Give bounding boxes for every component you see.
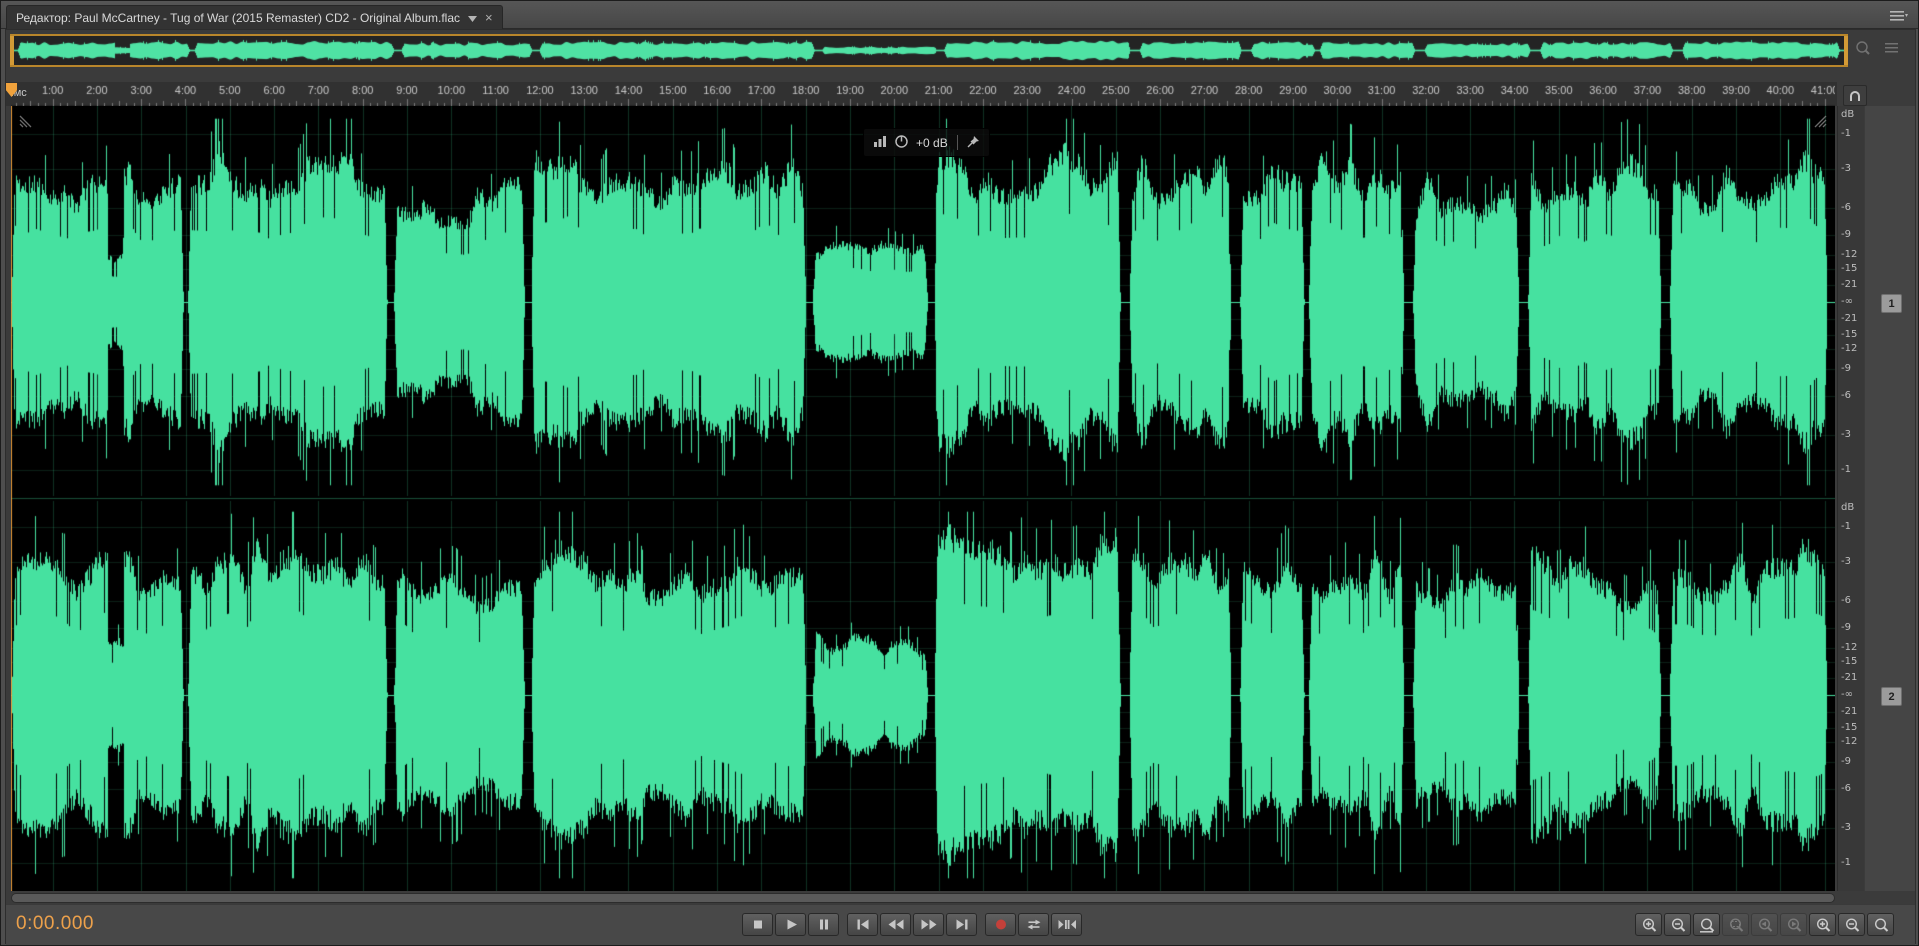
- grip-icon[interactable]: [1813, 114, 1829, 128]
- db-scale-label: -6: [1838, 783, 1864, 795]
- db-scale-label: -21: [1838, 672, 1864, 684]
- db-scale-label: -6: [1838, 595, 1864, 607]
- panel-options-icon[interactable]: [1885, 40, 1901, 61]
- statusbar: 0:00.000: [6, 904, 1915, 945]
- db-scale-label: -21: [1838, 313, 1864, 325]
- zoom-in-time-button[interactable]: [1635, 913, 1662, 936]
- db-scale-label: -15: [1838, 656, 1864, 668]
- skip-selection-button[interactable]: [1051, 913, 1082, 936]
- db-scale-label: -9: [1838, 229, 1864, 241]
- hud-volume-value[interactable]: +0 dB: [916, 136, 948, 150]
- time-display[interactable]: 0:00.000: [16, 913, 94, 935]
- close-icon[interactable]: ×: [485, 11, 493, 24]
- magnet-snap-icon: [1848, 89, 1862, 102]
- db-scale-label: -1: [1838, 464, 1864, 476]
- zoom-to-selection-button: [1722, 913, 1749, 936]
- zoom-out-full-button[interactable]: [1693, 913, 1720, 936]
- tabbar: Редактор: Paul McCartney - Tug of War (2…: [1, 1, 1918, 29]
- db-scale-label: -15: [1838, 329, 1864, 341]
- overview-left-handle[interactable]: [10, 36, 14, 65]
- volume-knob-icon[interactable]: [894, 134, 909, 152]
- skip-to-start-button[interactable]: [847, 913, 878, 936]
- play-icon: [778, 916, 804, 933]
- db-scale-label: -12: [1838, 642, 1864, 654]
- skip-start-icon: [850, 916, 876, 933]
- waveform-canvas[interactable]: [11, 106, 1835, 891]
- db-scale-label: -∞: [1838, 689, 1864, 701]
- zoom-out-amplitude-button[interactable]: [1838, 913, 1865, 936]
- scrollbar-thumb[interactable]: [12, 894, 1834, 902]
- timeline-ruler[interactable]: [11, 82, 1835, 106]
- loop-playback-button[interactable]: [1018, 913, 1049, 936]
- record-button[interactable]: [985, 913, 1016, 936]
- db-scale-label: -9: [1838, 363, 1864, 375]
- db-scale-label: -6: [1838, 202, 1864, 214]
- zoom-controls: [1634, 913, 1895, 936]
- hud-divider: [957, 135, 958, 150]
- skip-sel-icon: [1054, 916, 1080, 933]
- pause-icon: [811, 916, 837, 933]
- channel-2-badge[interactable]: 2: [1881, 687, 1902, 706]
- zoom-in-at-out-point-button: [1780, 913, 1807, 936]
- ffwd-icon: [916, 916, 942, 933]
- db-scale-label: -21: [1838, 706, 1864, 718]
- magnifier-icon[interactable]: [1854, 40, 1872, 61]
- overview-waveform-canvas[interactable]: [14, 36, 1844, 65]
- db-scale-label: -3: [1838, 429, 1864, 441]
- db-scale-label: -9: [1838, 622, 1864, 634]
- pause-button[interactable]: [808, 913, 839, 936]
- db-scale-label: -21: [1838, 279, 1864, 291]
- zoom-in-amplitude-button[interactable]: [1809, 913, 1836, 936]
- db-scale-label: -6: [1838, 390, 1864, 402]
- audition-window: Редактор: Paul McCartney - Tug of War (2…: [0, 0, 1919, 946]
- chevron-down-icon[interactable]: [468, 11, 477, 25]
- editor-tab[interactable]: Редактор: Paul McCartney - Tug of War (2…: [6, 5, 503, 29]
- db-scale-label: -3: [1838, 822, 1864, 834]
- pin-icon[interactable]: [967, 135, 980, 151]
- tab-title: Редактор: Paul McCartney - Tug of War (2…: [16, 11, 460, 25]
- play-button[interactable]: [775, 913, 806, 936]
- record-icon: [988, 916, 1014, 933]
- magnet-snap-button[interactable]: [1843, 85, 1867, 106]
- db-scale-label: -1: [1838, 128, 1864, 140]
- db-scale-label: -3: [1838, 556, 1864, 568]
- db-scale-label: dB: [1838, 109, 1864, 121]
- zoom-out-time-button[interactable]: [1664, 913, 1691, 936]
- db-scale-label: -15: [1838, 722, 1864, 734]
- db-scale-label: -1: [1838, 521, 1864, 533]
- db-scale-label: -∞: [1838, 296, 1864, 308]
- loop-icon: [1021, 916, 1047, 933]
- horizontal-scrollbar[interactable]: [11, 893, 1835, 903]
- db-scale-label: dB: [1838, 502, 1864, 514]
- overview-right-handle[interactable]: [1844, 36, 1848, 65]
- fast-forward-button[interactable]: [913, 913, 944, 936]
- rewind-button[interactable]: [880, 913, 911, 936]
- channel-1-badge[interactable]: 1: [1881, 294, 1902, 313]
- stop-icon: [745, 916, 771, 933]
- zoom-in-at-in-point-button: [1751, 913, 1778, 936]
- db-scale-label: -3: [1838, 163, 1864, 175]
- db-scale-label: -15: [1838, 263, 1864, 275]
- overview-side-icons: [1854, 40, 1901, 61]
- db-scale-label: -9: [1838, 756, 1864, 768]
- panel-menu-icon[interactable]: [1890, 9, 1908, 27]
- volume-hud[interactable]: +0 dB: [863, 128, 990, 157]
- skip-to-end-button[interactable]: [946, 913, 977, 936]
- amplitude-scale[interactable]: dB -1 -1 -3 -3 -6 -6 -9 -9 -12 -12 -15 -15 -21 -21 -∞ dB…: [1837, 106, 1864, 891]
- channel-column: 1 2: [1865, 106, 1915, 891]
- grip-icon[interactable]: [17, 114, 33, 128]
- db-scale-label: -1: [1838, 857, 1864, 869]
- rewind-icon: [883, 916, 909, 933]
- stop-button[interactable]: [742, 913, 773, 936]
- overview-strip[interactable]: [10, 34, 1848, 67]
- db-scale-label: -12: [1838, 736, 1864, 748]
- db-scale-label: -12: [1838, 343, 1864, 355]
- db-scale-label: -12: [1838, 249, 1864, 261]
- transport-controls: [741, 913, 1083, 936]
- levels-icon: [873, 135, 887, 150]
- skip-end-icon: [949, 916, 975, 933]
- reset-zoom-button[interactable]: [1867, 913, 1894, 936]
